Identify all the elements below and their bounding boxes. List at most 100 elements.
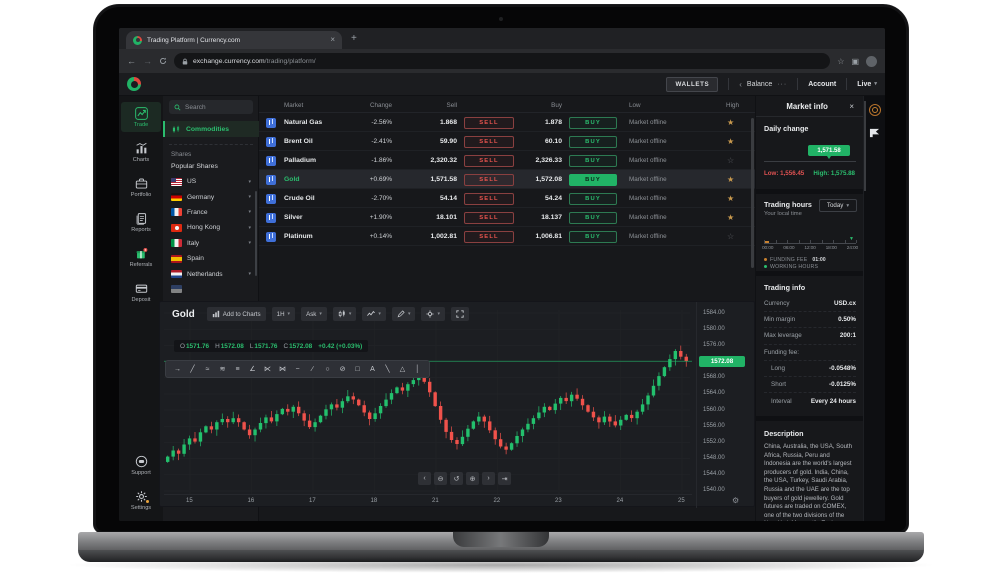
table-row-crude-oil[interactable]: Crude Oil-2.70%54.14SELL54.24BUYMarket o… [259, 189, 755, 208]
favorite-star-icon[interactable]: ★ [727, 113, 739, 132]
favorite-star-icon[interactable]: ★ [727, 170, 739, 189]
triangle-tool[interactable]: △ [395, 365, 410, 373]
currency-logo[interactable] [127, 77, 141, 91]
buy-button[interactable]: BUY [569, 231, 617, 243]
instruments-scrollbar[interactable] [255, 191, 258, 276]
candle-type-dropdown[interactable]: ▾ [333, 307, 357, 321]
buy-button[interactable]: BUY [569, 193, 617, 205]
fib-retracement-tool[interactable]: ≡ [230, 366, 245, 373]
text-tool[interactable]: A [365, 366, 380, 373]
sidebar-item-country-spain[interactable]: Spain [163, 251, 259, 266]
favorite-star-icon[interactable]: ★ [727, 189, 739, 208]
favorite-star-icon[interactable]: ★ [727, 208, 739, 227]
buy-button[interactable]: BUY [569, 136, 617, 148]
buy-button[interactable]: BUY [569, 212, 617, 224]
favorite-star-icon[interactable]: ★ [727, 132, 739, 151]
zoom-in-button[interactable]: ⊕ [466, 472, 479, 485]
close-icon[interactable]: × [849, 102, 854, 111]
bookmark-star-icon[interactable]: ☆ [837, 57, 844, 66]
sidebar-item-commodities[interactable]: Commodities [163, 121, 259, 137]
search-input[interactable] [185, 104, 245, 111]
polyline-tool[interactable]: ≈ [200, 366, 215, 373]
price-tick-label: 1564.00 [703, 390, 725, 396]
go-to-end-button[interactable]: ⇥ [498, 472, 511, 485]
balance-menu[interactable]: ‹ Balance ··· [739, 80, 787, 89]
sidebar-item-settings[interactable]: Settings [121, 485, 161, 515]
search-box[interactable] [169, 100, 253, 114]
forward-icon[interactable]: → [143, 56, 152, 66]
extensions-icon[interactable]: ▣ [851, 57, 859, 66]
reset-view-button[interactable]: ↺ [450, 472, 463, 485]
candlestick-chart[interactable] [164, 310, 692, 494]
favorite-star-icon[interactable]: ☆ [727, 227, 739, 246]
price-axis[interactable]: 1584.001580.001576.001572.001568.001564.… [696, 302, 754, 508]
url-field[interactable]: exchange.currency.com/trading/platform/ [174, 53, 830, 69]
close-tab-icon[interactable]: × [330, 36, 335, 44]
price-type-dropdown[interactable]: Ask▾ [301, 307, 327, 321]
axis-settings-gear-icon[interactable]: ⚙ [732, 496, 739, 505]
table-scrollbar[interactable] [751, 118, 754, 268]
sidebar-item-charts[interactable]: Charts [121, 137, 161, 167]
sidebar-item-country-germany[interactable]: Germany▾ [163, 189, 259, 204]
sidebar-item-country-france[interactable]: France▾ [163, 205, 259, 220]
pan-left-button[interactable]: ‹ [418, 472, 431, 485]
polygon-tool[interactable]: ○ [320, 366, 335, 373]
zoom-out-button[interactable]: ⊖ [434, 472, 447, 485]
refresh-icon[interactable] [159, 57, 167, 65]
drawing-tools-dropdown[interactable]: ▾ [392, 307, 416, 321]
panel-scrollbar[interactable] [864, 101, 866, 191]
buy-button[interactable]: BUY [569, 117, 617, 129]
table-row-silver[interactable]: Silver+1.90%18.101SELL18.137BUYMarket of… [259, 208, 755, 227]
favorite-star-icon[interactable]: ☆ [727, 151, 739, 170]
indicators-dropdown[interactable]: ▾ [362, 307, 386, 321]
live-mode-dropdown[interactable]: Live ▾ [857, 81, 877, 88]
sidebar-item-trade[interactable]: Trade [121, 102, 161, 132]
table-row-platinum[interactable]: Platinum+0.14%1,002.81SELL1,006.81BUYMar… [259, 227, 755, 246]
buy-button[interactable]: BUY [569, 174, 617, 186]
sidebar-item-reports[interactable]: Reports [121, 207, 161, 237]
profile-avatar[interactable] [866, 56, 877, 67]
sidebar-item-country-us[interactable]: US▾ [163, 174, 259, 189]
table-row-brent-oil[interactable]: Brent Oil-2.41%59.90SELL60.10BUYMarket o… [259, 132, 755, 151]
chart-settings-dropdown[interactable]: ▾ [421, 307, 445, 321]
ray-tool[interactable]: ∕ [305, 366, 320, 373]
timeframe-dropdown[interactable]: 1H▾ [272, 307, 295, 321]
sidebar-item-referrals[interactable]: Referrals [121, 242, 161, 272]
table-row-gold[interactable]: Gold+0.69%1,571.58SELL1,572.08BUYMarket … [259, 170, 755, 189]
new-tab-button[interactable]: + [351, 33, 357, 45]
horizontal-line-tool[interactable]: − [290, 366, 305, 373]
sidebar-item-country-italy[interactable]: Italy▾ [163, 236, 259, 251]
cursor-arrow-tool[interactable]: → [170, 366, 185, 373]
zigzag-tool[interactable]: ≋ [215, 365, 230, 373]
pan-right-button[interactable]: › [482, 472, 495, 485]
sidebar-item-support[interactable]: Support [121, 450, 161, 480]
sidebar-item-country-hong-kong[interactable]: Hong Kong▾ [163, 220, 259, 235]
sidebar-item-portfolio[interactable]: Portfolio [121, 172, 161, 202]
sell-price: 1,571.58 [387, 170, 457, 189]
wallets-button[interactable]: WALLETS [666, 77, 718, 92]
info-icon[interactable] [869, 104, 881, 116]
line-segment-tool[interactable]: ╲ [380, 365, 395, 373]
sidebar-item-deposit[interactable]: Deposit [121, 277, 161, 307]
fullscreen-button[interactable] [451, 307, 469, 321]
trend-line-tool[interactable]: ╱ [185, 365, 200, 373]
fib-fan-tool[interactable]: ∠ [245, 365, 260, 373]
gann-tool[interactable]: ⋉ [260, 365, 275, 373]
account-menu[interactable]: Account [808, 81, 836, 88]
browser-tab[interactable]: Trading Platform | Currency.com × [126, 31, 342, 49]
time-axis[interactable]: 151617182122232425 [164, 494, 692, 508]
vertical-line-tool[interactable]: │ [410, 366, 425, 373]
news-feed-icon[interactable] [869, 128, 880, 138]
table-row-natural-gas[interactable]: Natural Gas-2.56%1.868SELL1.878BUYMarket… [259, 113, 755, 132]
pattern-tool[interactable]: ⋈ [275, 365, 290, 373]
back-icon[interactable]: ← [127, 56, 136, 66]
sidebar-item-country-netherlands[interactable]: Netherlands▾ [163, 266, 259, 281]
buy-button[interactable]: BUY [569, 155, 617, 167]
sidebar-item-country-partial[interactable] [163, 282, 259, 297]
lock-icon [182, 58, 188, 65]
rectangle-tool[interactable]: □ [350, 366, 365, 373]
hours-range-dropdown[interactable]: Today ▾ [819, 199, 857, 212]
measure-tool[interactable]: ⊘ [335, 365, 350, 373]
add-to-charts-button[interactable]: Add to Charts [207, 307, 266, 321]
table-row-palladium[interactable]: Palladium-1.86%2,320.32SELL2,326.33BUYMa… [259, 151, 755, 170]
